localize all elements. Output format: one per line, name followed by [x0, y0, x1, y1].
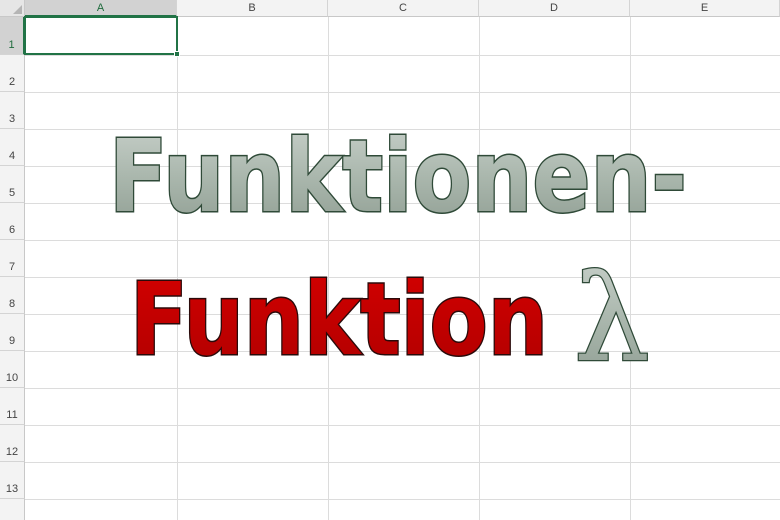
wordart-line1[interactable]: Funktionen- [108, 117, 689, 237]
wordart-line2[interactable]: Funktion [129, 260, 550, 380]
wordart-overlay[interactable]: Funktionen- Funktion λ [0, 0, 780, 520]
spreadsheet-grid[interactable]: A B C D E 1 2 3 4 5 6 7 8 9 10 11 12 13 [0, 0, 780, 520]
wordart-lambda[interactable]: λ [573, 249, 652, 391]
